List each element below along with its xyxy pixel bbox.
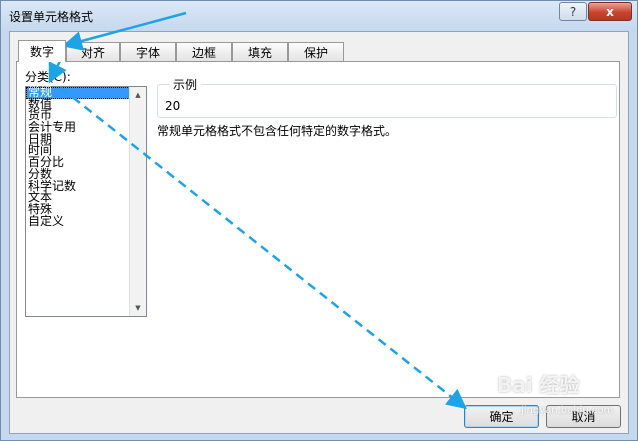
arrow-to-number-tab	[62, 11, 187, 51]
annotation-arrows	[48, 11, 467, 410]
tab-number[interactable]: 数字	[18, 40, 66, 62]
format-cells-dialog: 设置单元格格式 ? x 数字 对齐 字体 边框 填充 保护 分类(C): 常规 …	[0, 0, 638, 441]
arrow-to-ok-button	[60, 87, 467, 410]
